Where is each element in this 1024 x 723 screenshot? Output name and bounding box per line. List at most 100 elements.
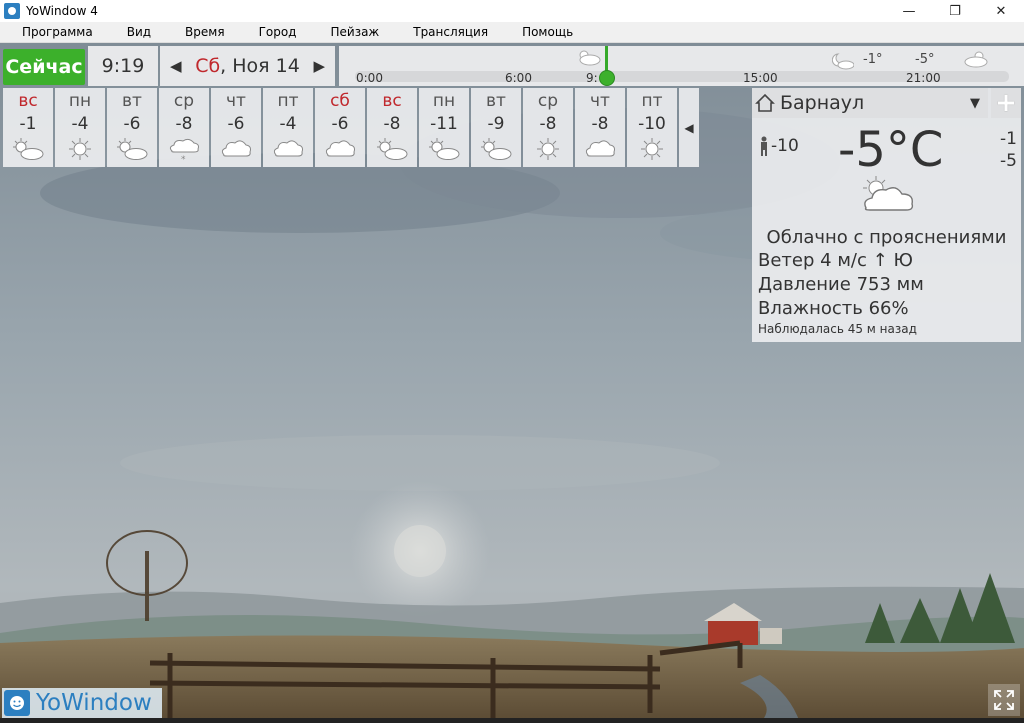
sun-icon <box>535 137 561 166</box>
forecast-day-temp: -1 <box>19 114 37 134</box>
date-label[interactable]: Сб, Ноя 14 <box>195 55 300 77</box>
home-icon <box>755 93 775 112</box>
fullscreen-button[interactable] <box>988 684 1020 716</box>
pressure-value: 753 мм <box>856 274 924 295</box>
menu-landscape[interactable]: Пейзаж <box>308 25 391 39</box>
timeline-label: 0:00 <box>356 71 383 85</box>
menu-bar: Программа Вид Время Город Пейзаж Трансля… <box>0 22 1024 43</box>
city-name: Барнаул <box>780 92 865 114</box>
maximize-button[interactable]: ❐ <box>932 0 978 22</box>
menu-broadcast[interactable]: Трансляция <box>391 25 500 39</box>
person-icon <box>761 136 767 156</box>
forecast-day[interactable]: ср -8 * <box>159 88 209 167</box>
window-titlebar: YoWindow 4 — ❐ ✕ <box>0 0 1024 22</box>
forecast-day[interactable]: пт -4 <box>263 88 313 167</box>
forecast-day-name: пн <box>432 91 456 111</box>
partly-cloudy-icon <box>579 50 601 66</box>
partly-cloudy-icon <box>115 137 149 166</box>
close-button[interactable]: ✕ <box>978 0 1024 22</box>
partly-cloudy-icon <box>863 176 914 211</box>
moon-cloud-icon <box>832 53 854 70</box>
menu-help[interactable]: Помощь <box>500 25 585 39</box>
next-day-arrow-icon[interactable]: ▶ <box>313 57 325 75</box>
date-selector: ◀ Сб, Ноя 14 ▶ <box>160 46 335 86</box>
forecast-day-name: пт <box>641 91 663 111</box>
forecast-day[interactable]: чт -8 <box>575 88 625 167</box>
timeline-label: 9: <box>586 71 598 85</box>
forecast-day-name: чт <box>226 91 246 111</box>
forecast-day-name: вт <box>486 91 506 111</box>
forecast-day[interactable]: сб -6 <box>315 88 365 167</box>
snow-cloud-icon: * <box>167 137 201 168</box>
forecast-day[interactable]: пн -4 <box>55 88 105 167</box>
timeline-temp: -1° <box>863 52 883 67</box>
timeline-label: 21:00 <box>906 71 941 85</box>
forecast-day-temp: -6 <box>331 114 349 134</box>
pressure-row: Давление 753 мм <box>758 274 924 295</box>
yowindow-brand[interactable]: YoWindow <box>2 688 162 718</box>
forecast-day[interactable]: вт -6 <box>107 88 157 167</box>
menu-view[interactable]: Вид <box>105 25 163 39</box>
menu-time[interactable]: Время <box>163 25 237 39</box>
wind-row: Ветер 4 м/с ↑ Ю <box>758 250 913 271</box>
condition-text: Облачно с прояснениями <box>766 227 1007 248</box>
minimize-button[interactable]: — <box>886 0 932 22</box>
timeline-slider-handle[interactable] <box>599 70 615 86</box>
wind-direction-arrow-icon: ↑ <box>872 250 888 271</box>
cloud-icon <box>219 137 253 164</box>
prev-day-arrow-icon[interactable]: ◀ <box>170 57 182 75</box>
high-low: -1 -5 <box>1000 128 1017 172</box>
forecast-day-temp: -8 <box>539 114 557 134</box>
window-title: YoWindow 4 <box>26 4 98 18</box>
wind-label: Ветер <box>758 250 815 271</box>
forecast-day[interactable]: вс -1 <box>3 88 53 167</box>
partly-cloudy-icon <box>479 137 513 166</box>
wind-direction: Ю <box>893 250 913 271</box>
cloud-icon <box>271 137 305 164</box>
forecast-day[interactable]: вс -8 <box>367 88 417 167</box>
forecast-day-temp: -11 <box>430 114 458 134</box>
current-conditions-panel: Барнаул ▼ + -10 -5°C -1 -5 Облачно с про… <box>752 88 1021 342</box>
collapse-forecast-arrow-icon[interactable]: ◀ <box>679 88 699 167</box>
cloud-icon <box>583 137 617 164</box>
add-city-button[interactable]: + <box>991 88 1021 118</box>
menu-program[interactable]: Программа <box>0 25 105 39</box>
forecast-day-temp: -6 <box>227 114 245 134</box>
high-temp: -1 <box>1000 129 1017 149</box>
partly-cloudy-icon <box>964 51 988 68</box>
forecast-day-name: пн <box>68 91 92 111</box>
forecast-day[interactable]: вт -9 <box>471 88 521 167</box>
partly-cloudy-icon <box>427 137 461 166</box>
forecast-day-name: сб <box>330 91 350 111</box>
forecast-day[interactable]: ср -8 <box>523 88 573 167</box>
forecast-day-temp: -8 <box>591 114 609 134</box>
forecast-day-temp: -4 <box>279 114 297 134</box>
now-button[interactable]: Сейчас <box>3 49 85 85</box>
forecast-day-name: ср <box>537 91 559 111</box>
forecast-day[interactable]: пн -11 <box>419 88 469 167</box>
forecast-day-name: пт <box>277 91 299 111</box>
sun-icon <box>639 137 665 166</box>
chevron-down-icon[interactable]: ▼ <box>970 96 980 111</box>
city-selector[interactable]: Барнаул ▼ <box>752 88 988 118</box>
feels-like-value: -10 <box>771 136 799 156</box>
sun-icon <box>67 137 93 166</box>
current-temperature: -5°C <box>838 122 944 178</box>
forecast-day-temp: -8 <box>175 114 193 134</box>
observed-time: Наблюдалась 45 м назад <box>758 322 917 336</box>
humidity-row: Влажность 66% <box>758 298 909 319</box>
cloud-icon <box>323 137 357 164</box>
current-time[interactable]: 9:19 <box>88 46 158 86</box>
forecast-day[interactable]: чт -6 <box>211 88 261 167</box>
forecast-strip: вс -1 пн -4 вт -6 ср -8 * чт -6 пт -4 сб -6 вс -8 пн -11 вт… <box>3 88 699 168</box>
forecast-day[interactable]: пт -10 <box>627 88 677 167</box>
day-timeline[interactable]: 0:00 6:00 9: 15:00 21:00 -1° -5° <box>339 46 1024 86</box>
bottom-strip <box>0 718 1024 723</box>
forecast-day-temp: -10 <box>638 114 666 134</box>
yowindow-logo-icon <box>4 690 30 716</box>
forecast-day-temp: -6 <box>123 114 141 134</box>
forecast-day-name: вт <box>122 91 142 111</box>
brand-name: YoWindow <box>36 690 152 716</box>
menu-city[interactable]: Город <box>237 25 309 39</box>
humidity-label: Влажность <box>758 298 863 319</box>
